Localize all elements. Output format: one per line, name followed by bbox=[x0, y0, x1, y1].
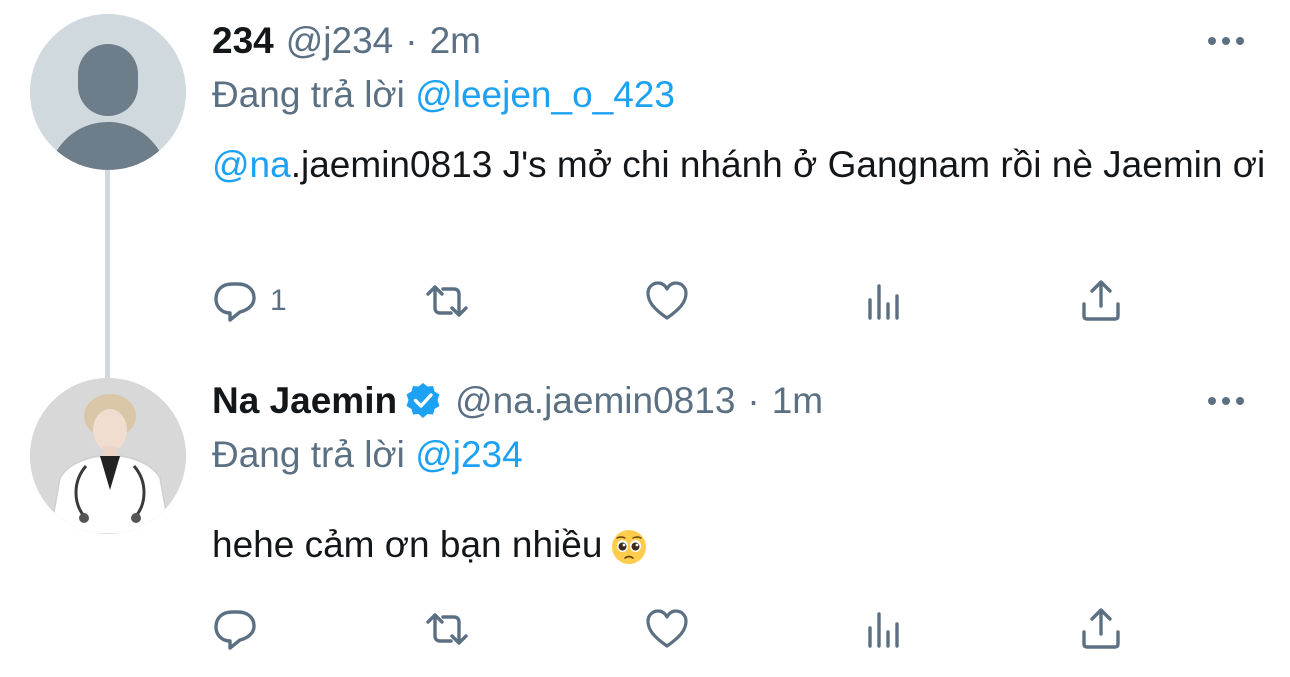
profile-photo bbox=[30, 378, 186, 534]
tweet-header: 234 @j234 · 2m bbox=[212, 18, 481, 64]
tweet-text-content: .jaemin0813 J's mở chi nhánh ở Gangnam r… bbox=[290, 144, 1266, 185]
replying-label: Đang trả lời bbox=[212, 434, 405, 475]
avatar[interactable] bbox=[30, 378, 186, 534]
replying-to: Đang trả lời @j234 bbox=[212, 432, 523, 478]
reply-button[interactable]: 1 bbox=[212, 276, 287, 326]
thread-line bbox=[105, 170, 110, 380]
replying-mention-link[interactable]: @leejen_o_423 bbox=[415, 74, 675, 115]
verified-badge-icon bbox=[406, 383, 440, 418]
replying-mention-link[interactable]: @j234 bbox=[415, 434, 523, 475]
retweet-icon bbox=[426, 613, 468, 645]
timestamp[interactable]: 2m bbox=[430, 18, 481, 64]
share-icon bbox=[1082, 608, 1120, 649]
display-name[interactable]: 234 bbox=[212, 18, 274, 64]
tweet[interactable]: Na Jaemin @na.jaemin0813 · 1m Đang trả l… bbox=[0, 360, 1290, 677]
default-profile-icon bbox=[30, 14, 186, 170]
share-button[interactable] bbox=[1078, 604, 1124, 654]
more-icon[interactable] bbox=[1206, 34, 1246, 48]
heart-icon bbox=[646, 609, 688, 648]
analytics-button[interactable] bbox=[862, 276, 908, 326]
tweet-text-content: hehe cảm ơn bạn nhiều bbox=[212, 524, 603, 565]
separator-dot: · bbox=[405, 20, 418, 61]
share-icon bbox=[1082, 280, 1120, 321]
user-handle[interactable]: @j234 bbox=[286, 18, 394, 64]
analytics-button[interactable] bbox=[862, 604, 908, 654]
display-name[interactable]: Na Jaemin bbox=[212, 378, 397, 424]
reply-icon bbox=[214, 282, 256, 322]
mention-link[interactable]: @na bbox=[212, 144, 291, 185]
analytics-icon bbox=[868, 612, 899, 648]
more-icon[interactable] bbox=[1206, 394, 1246, 408]
user-handle[interactable]: @na.jaemin0813 bbox=[455, 378, 735, 424]
tweet[interactable]: 234 @j234 · 2m Đang trả lời @leejen_o_42… bbox=[0, 0, 1290, 380]
tweet-text: hehe cảm ơn bạn nhiều bbox=[212, 518, 1272, 572]
heart-icon bbox=[646, 281, 688, 320]
like-button[interactable] bbox=[644, 604, 690, 654]
replying-to: Đang trả lời @leejen_o_423 bbox=[212, 72, 675, 118]
retweet-button[interactable] bbox=[424, 276, 470, 326]
reply-button[interactable] bbox=[212, 604, 270, 654]
action-bar bbox=[212, 604, 1142, 654]
reply-count: 1 bbox=[270, 284, 287, 317]
tweet-header: Na Jaemin @na.jaemin0813 · 1m bbox=[212, 378, 823, 424]
tweet-text: @na.jaemin0813 J's mở chi nhánh ở Gangna… bbox=[212, 138, 1272, 192]
separator-dot: · bbox=[747, 380, 760, 421]
action-bar: 1 bbox=[212, 276, 1142, 326]
timestamp[interactable]: 1m bbox=[772, 378, 823, 424]
like-button[interactable] bbox=[644, 276, 690, 326]
avatar[interactable] bbox=[30, 14, 186, 170]
share-button[interactable] bbox=[1078, 276, 1124, 326]
analytics-icon bbox=[868, 284, 899, 320]
retweet-icon bbox=[426, 285, 468, 317]
reply-icon bbox=[214, 610, 256, 650]
retweet-button[interactable] bbox=[424, 604, 470, 654]
pleading-face-emoji bbox=[612, 530, 647, 565]
replying-label: Đang trả lời bbox=[212, 74, 405, 115]
